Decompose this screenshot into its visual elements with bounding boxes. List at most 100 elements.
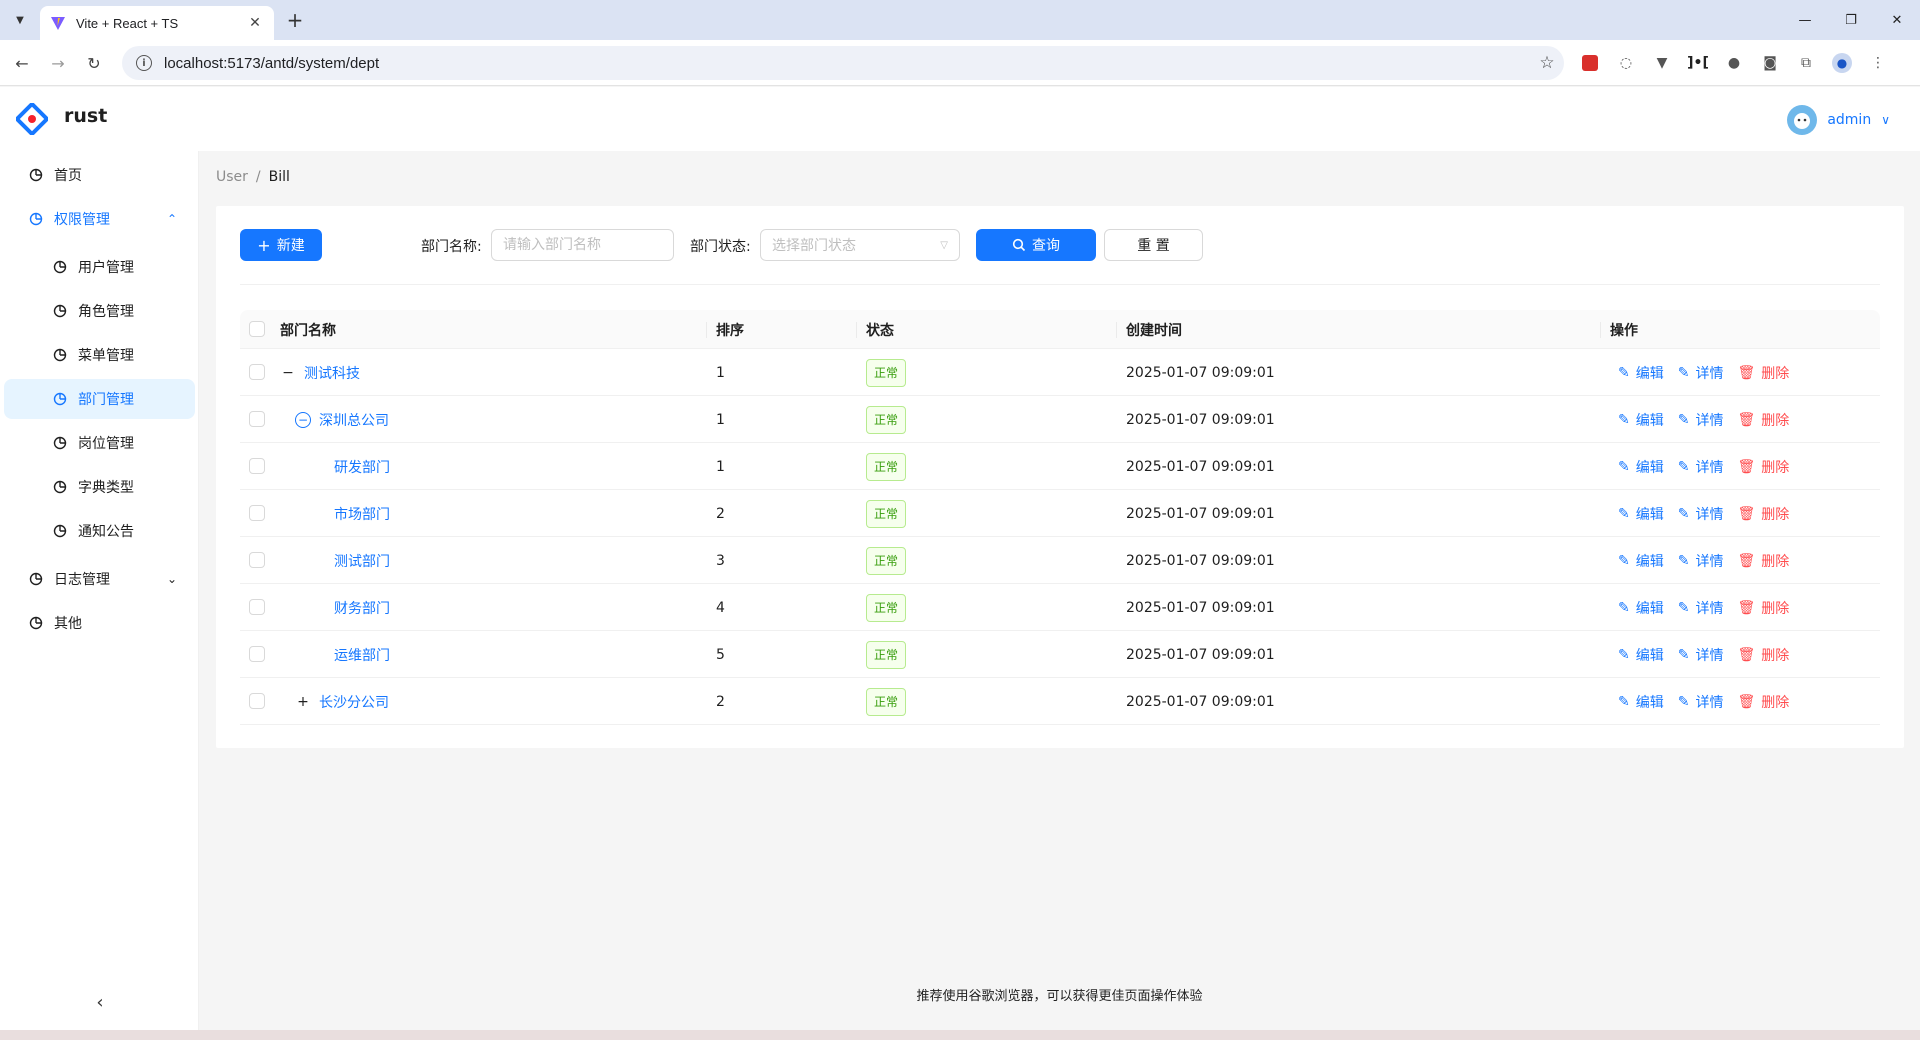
back-arrow-icon[interactable]: ←: [10, 51, 34, 75]
reload-icon[interactable]: ↻: [82, 51, 106, 75]
detail-button[interactable]: ✎ 详情: [1678, 504, 1724, 524]
chevron-down-icon[interactable]: ∨: [1881, 113, 1890, 127]
tab-search-chevron-icon[interactable]: ▼: [8, 8, 32, 32]
sidebar-item-menus[interactable]: 菜单管理: [4, 335, 195, 375]
edit-pencil-icon: ✎: [1618, 646, 1630, 663]
delete-label: 删除: [1761, 412, 1790, 429]
browser-tab[interactable]: Vite + React + TS ✕: [40, 6, 274, 40]
dept-name-input[interactable]: [491, 229, 674, 261]
tree-expand-plus-icon[interactable]: +: [295, 694, 311, 710]
row-checkbox[interactable]: [249, 364, 265, 380]
detail-button[interactable]: ✎ 详情: [1678, 551, 1724, 571]
sidebar-item-home[interactable]: 首页: [4, 155, 195, 195]
delete-button[interactable]: 🗑 删除: [1737, 504, 1789, 524]
breadcrumb-parent[interactable]: User: [216, 169, 248, 185]
detail-button[interactable]: ✎ 详情: [1678, 363, 1724, 383]
delete-button[interactable]: 🗑 删除: [1737, 692, 1789, 712]
select-all-checkbox[interactable]: [249, 321, 265, 337]
site-info-icon[interactable]: i: [136, 55, 152, 71]
dept-name-link[interactable]: 长沙分公司: [319, 692, 389, 712]
edit-button[interactable]: ✎ 编辑: [1618, 598, 1664, 618]
delete-button[interactable]: 🗑 删除: [1737, 457, 1789, 477]
detail-pencil-icon: ✎: [1677, 505, 1690, 522]
row-checkbox[interactable]: [249, 693, 265, 709]
extension-vue-icon[interactable]: ▼: [1650, 51, 1674, 75]
detail-button[interactable]: ✎ 详情: [1678, 645, 1724, 665]
edit-button[interactable]: ✎ 编辑: [1618, 363, 1664, 383]
sidebar-item-roles[interactable]: 角色管理: [4, 291, 195, 331]
edit-button[interactable]: ✎ 编辑: [1618, 457, 1664, 477]
window-close-icon[interactable]: ✕: [1874, 0, 1920, 40]
detail-button[interactable]: ✎ 详情: [1678, 457, 1724, 477]
profile-icon[interactable]: ●: [1830, 51, 1854, 75]
restore-icon[interactable]: ❐: [1828, 0, 1874, 40]
row-checkbox[interactable]: [249, 599, 265, 615]
detail-button[interactable]: ✎ 详情: [1678, 410, 1724, 430]
dept-name-link[interactable]: 研发部门: [334, 457, 390, 477]
browser-menu-icon[interactable]: ⋮: [1866, 51, 1890, 75]
address-url[interactable]: localhost:5173/antd/system/dept: [164, 55, 1530, 72]
table-header: 部门名称 排序 状态 创建时间 操作: [240, 310, 1880, 349]
detail-button[interactable]: ✎ 详情: [1678, 692, 1724, 712]
edit-button[interactable]: ✎ 编辑: [1618, 645, 1664, 665]
status-badge: 正常: [866, 640, 907, 669]
dept-name-link[interactable]: 测试部门: [334, 551, 390, 571]
sidebar-item-permission[interactable]: 权限管理 ⌃: [4, 199, 195, 239]
tree-collapse-minus-icon[interactable]: −: [280, 365, 296, 381]
sidebar-item-other[interactable]: 其他: [4, 603, 195, 643]
user-name[interactable]: admin: [1827, 112, 1871, 128]
extensions-puzzle-icon[interactable]: ⧉: [1794, 51, 1818, 75]
dept-name-link[interactable]: 测试科技: [304, 363, 360, 383]
sidebar-item-dict-types[interactable]: 字典类型: [4, 467, 195, 507]
delete-button[interactable]: 🗑 删除: [1737, 645, 1789, 665]
extension-bear-icon[interactable]: ●: [1722, 51, 1746, 75]
avatar[interactable]: [1787, 105, 1818, 135]
sidebar-item-notices[interactable]: 通知公告: [4, 511, 195, 551]
search-button[interactable]: 查询: [976, 229, 1096, 261]
name-cell: 运维部门: [334, 631, 390, 678]
delete-button[interactable]: 🗑 删除: [1737, 410, 1789, 430]
edit-button[interactable]: ✎ 编辑: [1618, 410, 1664, 430]
bookmark-star-icon[interactable]: ☆: [1530, 53, 1564, 73]
row-checkbox[interactable]: [249, 458, 265, 474]
delete-button[interactable]: 🗑 删除: [1737, 551, 1789, 571]
dept-name-link[interactable]: 深圳总公司: [319, 410, 389, 430]
edit-label: 编辑: [1635, 459, 1664, 476]
dept-name-link[interactable]: 运维部门: [334, 645, 390, 665]
extension-red-icon[interactable]: [1578, 51, 1602, 75]
edit-button[interactable]: ✎ 编辑: [1618, 551, 1664, 571]
row-checkbox[interactable]: [249, 505, 265, 521]
reset-button[interactable]: 重 置: [1104, 229, 1203, 261]
extension-bracket-icon[interactable]: ]•[: [1686, 51, 1710, 75]
new-button[interactable]: + 新建: [240, 229, 322, 261]
sidebar-item-logs[interactable]: 日志管理 ⌄: [4, 559, 195, 599]
minimize-icon[interactable]: —: [1782, 0, 1828, 40]
address-bar[interactable]: i localhost:5173/antd/system/dept ☆: [122, 46, 1564, 80]
dept-name-link[interactable]: 市场部门: [334, 504, 390, 524]
sidebar-item-users[interactable]: 用户管理: [4, 247, 195, 287]
edit-button[interactable]: ✎ 编辑: [1618, 504, 1664, 524]
detail-pencil-icon: ✎: [1677, 458, 1690, 475]
delete-button[interactable]: 🗑 删除: [1737, 598, 1789, 618]
forward-arrow-icon[interactable]: →: [46, 51, 70, 75]
extension-camera-icon[interactable]: ◙: [1758, 51, 1782, 75]
row-checkbox[interactable]: [249, 411, 265, 427]
edit-label: 编辑: [1635, 365, 1664, 382]
dept-status-select[interactable]: 选择部门状态 ▽: [760, 229, 960, 261]
pie-chart-icon: [28, 167, 44, 183]
extension-circle-icon[interactable]: ◌: [1614, 51, 1638, 75]
tree-collapse-circle-minus-icon[interactable]: −: [295, 411, 311, 428]
user-menu[interactable]: admin ∨: [1787, 105, 1890, 135]
row-checkbox[interactable]: [249, 552, 265, 568]
sidebar-item-posts[interactable]: 岗位管理: [4, 423, 195, 463]
dept-name-link[interactable]: 财务部门: [334, 598, 390, 618]
sort-cell: 5: [716, 646, 725, 663]
delete-button[interactable]: 🗑 删除: [1737, 363, 1789, 383]
sidebar-item-departments[interactable]: 部门管理: [4, 379, 195, 419]
sidebar-collapse-chevron-left-icon[interactable]: ‹: [88, 990, 112, 1014]
detail-button[interactable]: ✎ 详情: [1678, 598, 1724, 618]
new-tab-plus-icon[interactable]: +: [283, 8, 307, 32]
tab-close-icon[interactable]: ✕: [246, 15, 264, 31]
edit-button[interactable]: ✎ 编辑: [1618, 692, 1664, 712]
row-checkbox[interactable]: [249, 646, 265, 662]
